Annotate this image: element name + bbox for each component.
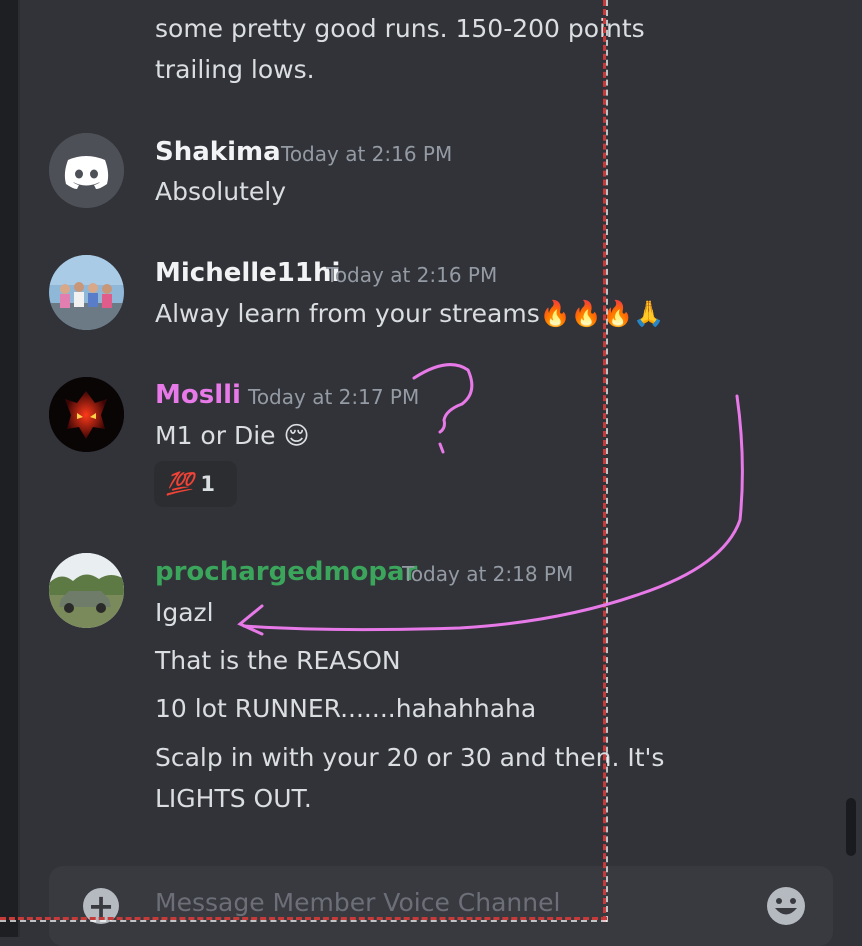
selection-border-horizontal-inner (0, 920, 607, 922)
avatar[interactable] (49, 255, 124, 330)
message-content: LIGHTS OUT. (155, 784, 312, 813)
message-composer[interactable]: + Message Member Voice Channel (49, 866, 833, 946)
group-photo-icon (49, 255, 124, 330)
message-content: M1 or Die 😌 (155, 421, 310, 450)
arrow-annotation (237, 394, 744, 636)
timestamp: Today at 2:16 PM (281, 142, 453, 166)
timestamp: Today at 2:17 PM (248, 385, 420, 409)
username[interactable]: Shakima (155, 137, 281, 167)
reaction-count: 1 (200, 472, 216, 496)
avatar[interactable] (49, 553, 124, 628)
channel-sidebar-edge (18, 0, 20, 937)
scrollbar-thumb[interactable] (846, 798, 856, 856)
question-mark-annotation (412, 363, 474, 454)
timestamp: Today at 2:16 PM (326, 263, 498, 287)
message-content: Alway learn from your streams🔥🔥🔥🙏 (155, 299, 665, 328)
message-content: Absolutely (155, 177, 287, 206)
avatar[interactable] (49, 133, 124, 208)
message-input[interactable]: Message Member Voice Channel (155, 888, 560, 917)
reaction-button[interactable]: 💯 1 (154, 461, 237, 507)
hundred-points-icon: 💯 (166, 471, 193, 497)
car-photo-icon (49, 553, 124, 628)
message-content: Scalp in with your 20 or 30 and then. It… (155, 743, 665, 772)
smile-icon[interactable] (765, 885, 807, 927)
message-content: Igazl (155, 598, 214, 627)
prev-message-line: some pretty good runs. 150-200 points (155, 14, 645, 43)
discord-logo-icon (49, 133, 124, 208)
message-content: 10 lot RUNNER.......hahahhaha (155, 694, 537, 723)
selection-border-vertical-inner (606, 0, 608, 922)
prev-message-line: trailing lows. (155, 55, 315, 84)
username[interactable]: Moslli (155, 380, 241, 410)
demon-face-icon (49, 377, 124, 452)
timestamp: Today at 2:18 PM (402, 562, 574, 586)
avatar[interactable] (49, 377, 124, 452)
server-sidebar-edge (0, 0, 18, 937)
username[interactable]: prochargedmopar (155, 557, 417, 587)
username[interactable]: Michelle11hi (155, 258, 340, 288)
scrollbar[interactable] (846, 0, 856, 860)
message-content: That is the REASON (155, 646, 401, 675)
